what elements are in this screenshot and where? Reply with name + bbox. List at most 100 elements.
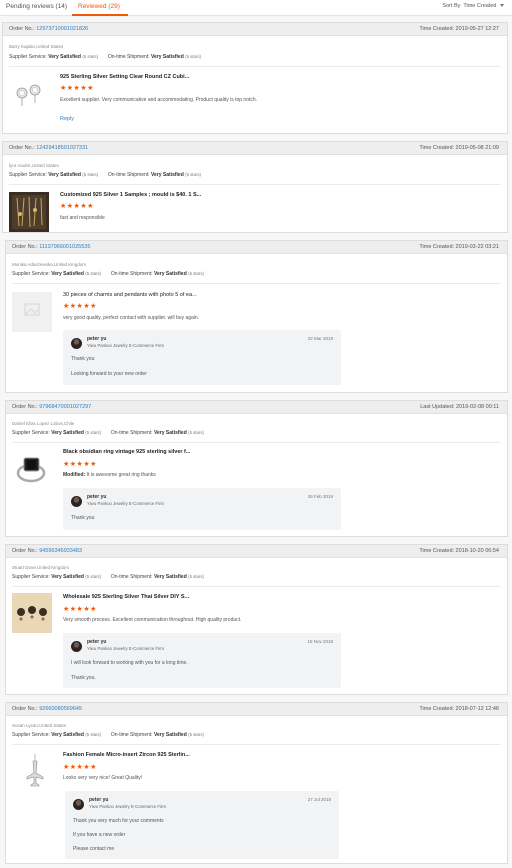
review-card: Order No.: 12429418501027331 Time Create… xyxy=(2,141,508,233)
ratings-row: Supplier Service: Very Satisfied (5 star… xyxy=(9,54,201,60)
product-title[interactable]: 30 pieces of charms and pendants with ph… xyxy=(63,292,197,298)
divider xyxy=(12,442,501,443)
divider xyxy=(12,283,501,284)
product-title[interactable]: 925 Sterling Silver Setting Clear Round … xyxy=(60,74,189,80)
ratings-row: Supplier Service: Very Satisfied (5 star… xyxy=(12,574,204,580)
order-time: Time Created: 2018-10-20 06:54 xyxy=(419,548,499,554)
tab-pending-reviews[interactable]: Pending reviews (14) xyxy=(6,3,67,10)
review-card: Order No.: 94596346933483 Time Created: … xyxy=(5,544,508,695)
seller-name: peter yu xyxy=(87,639,107,645)
review-tabs: Pending reviews (14) Reviewed (29) Sort … xyxy=(0,0,512,16)
card-header: Order No.: 92660080569645 Time Created: … xyxy=(6,703,507,716)
order-time: Time Created: 2019-03-22 03:21 xyxy=(419,244,499,250)
order-number-link[interactable]: 12973710001021826 xyxy=(36,26,88,32)
review-comment: very good quality, perfect contact with … xyxy=(63,315,200,321)
seller-name: peter yu xyxy=(87,336,107,342)
review-comment: Looks very very nice! Great Quality! xyxy=(63,775,143,781)
reply-date: 26 Feb 2019 xyxy=(307,494,333,499)
order-number-link[interactable]: 12429418501027331 xyxy=(36,145,88,151)
divider xyxy=(12,586,501,587)
ratings-row: Supplier Service: Very Satisfied (5 star… xyxy=(12,732,204,738)
rating-stars: ★★★★★ xyxy=(60,203,94,210)
reply-text: Thank you xyxy=(71,515,95,521)
product-title[interactable]: Black obsidian ring vintage 925 sterling… xyxy=(63,449,190,455)
card-header: Order No.: 12429418501027331 Time Create… xyxy=(3,142,507,155)
review-card: Order No.: 11137966001025535 Time Create… xyxy=(5,240,508,393)
chevron-down-icon xyxy=(500,4,504,8)
review-comment: fast and responsible xyxy=(60,215,105,221)
reply-text: I will look forward to working with you … xyxy=(71,660,188,666)
rating-stars: ★★★★★ xyxy=(63,764,97,771)
product-thumbnail-placeholder[interactable] xyxy=(12,292,52,332)
review-comment: Very smooth process. Excellent communica… xyxy=(63,617,242,623)
sort-by-dropdown[interactable]: Sort By Time Created xyxy=(442,3,504,9)
order-number: Order No.: 12429418501027331 xyxy=(9,145,89,151)
seller-firm: Yiwu Pankoo Jewelry E-Commerce Firm xyxy=(89,804,166,809)
ratings-row: Supplier Service: Very Satisfied (5 star… xyxy=(9,172,201,178)
active-tab-indicator xyxy=(72,14,128,16)
order-time: Time Created: 2018-07-12 12:46 xyxy=(419,706,499,712)
product-thumbnail[interactable] xyxy=(12,449,52,489)
sort-by-value: Time Created xyxy=(463,3,497,9)
seller-firm: Yiwu Pankoo Jewelry E-Commerce Firm xyxy=(87,501,164,506)
buyer-info: Susan Lycan,United States xyxy=(12,723,67,728)
order-number: Order No.: 97968470001027297 xyxy=(12,404,92,410)
card-header: Order No.: 97968470001027297 Last Update… xyxy=(6,401,507,414)
reply-text: Thank you very much for your comments xyxy=(73,818,164,824)
reply-text: If you have a new order xyxy=(73,832,126,838)
buyer-info: Daniel Elias Lopez Lobos,Chile xyxy=(12,421,75,426)
order-time: Time Created: 2019-05-27 12:27 xyxy=(419,26,499,32)
divider xyxy=(12,744,501,745)
card-header: Order No.: 11137966001025535 Time Create… xyxy=(6,241,507,254)
review-comment: Excellent supplier. Very communicative a… xyxy=(60,97,258,103)
review-card: Order No.: 97968470001027297 Last Update… xyxy=(5,400,508,537)
reply-text: Thank you xyxy=(71,356,95,362)
seller-firm: Yiwu Pankoo Jewelry E-Commerce Firm xyxy=(87,646,164,651)
order-number: Order No.: 12973710001021826 xyxy=(9,26,89,32)
product-thumbnail[interactable] xyxy=(15,751,55,791)
reply-date: 15 Nov 2018 xyxy=(307,639,333,644)
seller-reply: peter yu Yiwu Pankoo Jewelry E-Commerce … xyxy=(65,791,339,859)
order-number: Order No.: 92660080569645 xyxy=(12,706,83,712)
avatar xyxy=(71,641,82,652)
reply-date: 22 Mar 2019 xyxy=(307,336,333,341)
reply-text: Looking forward to your new order xyxy=(71,371,147,377)
product-title[interactable]: Wholesale 925 Sterling Silver Thai Silve… xyxy=(63,594,189,600)
avatar xyxy=(73,799,84,810)
order-number-link[interactable]: 92660080569645 xyxy=(39,706,82,712)
divider xyxy=(9,184,501,185)
product-title[interactable]: Fashion Female Micro-insert Zircon 925 S… xyxy=(63,752,190,758)
card-header: Order No.: 12973710001021826 Time Create… xyxy=(3,23,507,36)
order-number-link[interactable]: 97968470001027297 xyxy=(39,404,91,410)
seller-firm: Yiwu Pankoo Jewelry E-Commerce Firm xyxy=(87,343,164,348)
seller-reply: peter yu Yiwu Pankoo Jewelry E-Commerce … xyxy=(63,488,341,530)
rating-stars: ★★★★★ xyxy=(63,303,97,310)
seller-name: peter yu xyxy=(87,494,107,500)
rating-stars: ★★★★★ xyxy=(60,85,94,92)
reply-link[interactable]: Reply xyxy=(60,116,74,122)
ratings-row: Supplier Service: Very Satisfied (5 star… xyxy=(12,271,204,277)
buyer-info: Monika Adaszewska,United Kingdom xyxy=(12,262,87,267)
seller-reply: peter yu Yiwu Pankoo Jewelry E-Commerce … xyxy=(63,330,341,385)
avatar xyxy=(71,338,82,349)
reply-text: Thank you. xyxy=(71,675,96,681)
card-header: Order No.: 94596346933483 Time Created: … xyxy=(6,545,507,558)
buyer-info: Barry Kaplan,United States xyxy=(9,44,64,49)
product-thumbnail[interactable] xyxy=(9,192,49,232)
seller-name: peter yu xyxy=(89,797,109,803)
order-number-link[interactable]: 94596346933483 xyxy=(39,548,82,554)
order-number-link[interactable]: 11137966001025535 xyxy=(39,244,90,250)
seller-reply: peter yu Yiwu Pankoo Jewelry E-Commerce … xyxy=(63,633,341,688)
order-number: Order No.: 11137966001025535 xyxy=(12,244,91,250)
review-card: Order No.: 12973710001021826 Time Create… xyxy=(2,22,508,134)
product-thumbnail[interactable] xyxy=(12,593,52,633)
review-card: Order No.: 92660080569645 Time Created: … xyxy=(5,702,508,864)
divider xyxy=(9,66,501,67)
order-time: Time Created: 2019-05-08 21:09 xyxy=(419,145,499,151)
buyer-info: Stuart Dove,United Kingdom xyxy=(12,565,70,570)
tab-reviewed[interactable]: Reviewed (29) xyxy=(78,3,120,10)
product-thumbnail[interactable] xyxy=(9,75,49,115)
ratings-row: Supplier Service: Very Satisfied (5 star… xyxy=(12,430,204,436)
review-comment: Modified: It is awesome great ring thank… xyxy=(63,472,156,478)
product-title[interactable]: Customized 925 Silver 1 Samples ; mould … xyxy=(60,192,201,198)
